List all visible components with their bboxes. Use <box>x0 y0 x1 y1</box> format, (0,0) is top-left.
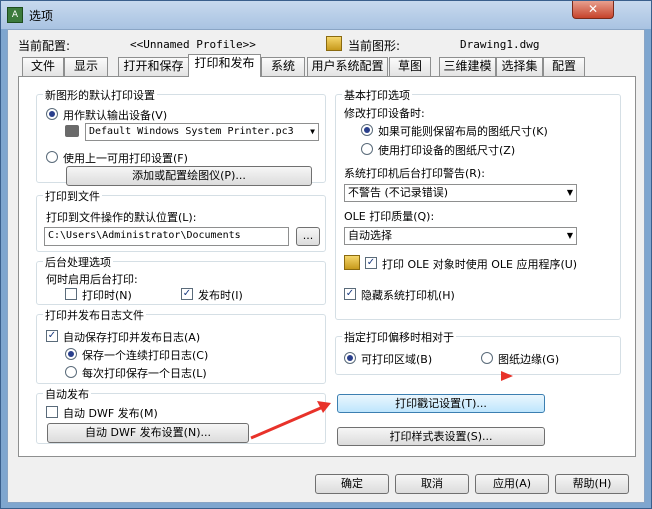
printer-icon <box>65 125 79 137</box>
plot-to-file-group: 打印到文件 打印到文件操作的默认位置(L): C:\Users\Administ… <box>36 188 326 252</box>
tab-open-save[interactable]: 打开和保存 <box>118 57 189 76</box>
general-plot-options-group: 基本打印选项 修改打印设备时: 如果可能则保留布局的图纸尺寸(K) 使用打印设备… <box>335 87 621 320</box>
ok-button[interactable]: 确定 <box>315 474 389 494</box>
plot-file-location-label: 打印到文件操作的默认位置(L): <box>46 211 197 224</box>
plot-file-location-input[interactable]: C:\Users\Administrator\Documents <box>44 227 289 246</box>
close-button[interactable]: ✕ <box>572 1 614 19</box>
tab-selection[interactable]: 选择集 <box>496 57 543 76</box>
background-publishing-label: 发布时(I) <box>198 289 243 302</box>
change-device-label: 修改打印设备时: <box>344 107 425 120</box>
plot-to-file-title: 打印到文件 <box>43 188 102 204</box>
options-window: A 选项 ✕ 当前配置: <<Unnamed Profile>> 当前图形: D… <box>0 0 652 509</box>
title-bar: A 选项 ✕ <box>1 1 651 29</box>
auto-save-log-label: 自动保存打印并发布日志(A) <box>63 331 201 344</box>
current-profile-value: <<Unnamed Profile>> <box>130 38 256 51</box>
spooler-alert-label: 系统打印机后台打印警告(R): <box>344 167 485 180</box>
tab-files[interactable]: 文件 <box>22 57 64 76</box>
tab-system[interactable]: 系统 <box>261 57 305 76</box>
cancel-button[interactable]: 取消 <box>395 474 469 494</box>
tab-user-preferences[interactable]: 用户系统配置 <box>307 57 388 76</box>
apply-button[interactable]: 应用(A) <box>475 474 549 494</box>
ole-app-label: 打印 OLE 对象时使用 OLE 应用程序(U) <box>382 258 578 271</box>
tab-profiles[interactable]: 配置 <box>543 57 585 76</box>
background-when-label: 何时启用后台打印: <box>46 273 138 286</box>
default-output-group: 新图形的默认打印设置 用作默认输出设备(V) Default Windows S… <box>36 87 326 186</box>
tab-drafting[interactable]: 草图 <box>389 57 431 76</box>
paper-edge-radio[interactable] <box>481 352 493 364</box>
per-plot-log-radio[interactable] <box>65 366 77 378</box>
background-publishing-checkbox[interactable]: ✓ <box>181 288 193 300</box>
auto-dwf-publish-label: 自动 DWF 发布(M) <box>63 407 158 420</box>
auto-publish-group: 自动发布 自动 DWF 发布(M) 自动 DWF 发布设置(N)... <box>36 386 326 444</box>
keep-layout-paper-label: 如果可能则保留布局的图纸尺寸(K) <box>378 125 548 138</box>
spooler-alert-select[interactable]: 不警告 (不记录错误) ▼ <box>344 184 577 202</box>
use-default-device-label: 用作默认输出设备(V) <box>63 109 168 122</box>
keep-layout-paper-radio[interactable] <box>361 124 373 136</box>
use-last-setting-label: 使用上一可用打印设置(F) <box>63 152 188 165</box>
ole-quality-select[interactable]: 自动选择 ▼ <box>344 227 577 245</box>
use-last-setting-radio[interactable] <box>46 151 58 163</box>
ole-app-checkbox[interactable]: ✓ <box>365 257 377 269</box>
plot-log-title: 打印并发布日志文件 <box>43 307 146 323</box>
drawing-icon <box>326 36 342 51</box>
tab-plot-publish[interactable]: 打印和发布 <box>188 54 261 77</box>
paper-edge-label: 图纸边缘(G) <box>498 353 560 366</box>
continuous-log-radio[interactable] <box>65 348 77 360</box>
plot-stamp-settings-button[interactable]: 打印戳记设置(T)... <box>337 394 545 413</box>
use-default-device-radio[interactable] <box>46 108 58 120</box>
use-device-paper-label: 使用打印设备的图纸尺寸(Z) <box>378 144 516 157</box>
plot-style-table-settings-button[interactable]: 打印样式表设置(S)... <box>337 427 545 446</box>
help-button[interactable]: 帮助(H) <box>555 474 629 494</box>
printable-area-radio[interactable] <box>344 352 356 364</box>
auto-dwf-settings-button[interactable]: 自动 DWF 发布设置(N)... <box>47 423 249 443</box>
printable-area-label: 可打印区域(B) <box>361 353 433 366</box>
per-plot-log-label: 每次打印保存一个日志(L) <box>82 367 207 380</box>
general-plot-options-title: 基本打印选项 <box>342 87 412 103</box>
use-device-paper-radio[interactable] <box>361 143 373 155</box>
background-processing-title: 后台处理选项 <box>43 254 113 270</box>
default-output-title: 新图形的默认打印设置 <box>43 87 157 103</box>
hide-system-printers-label: 隐藏系统打印机(H) <box>361 289 455 302</box>
autocad-app-icon: A <box>7 7 23 23</box>
plot-offset-group: 指定打印偏移时相对于 可打印区域(B) 图纸边缘(G) <box>335 329 621 375</box>
plot-log-group: 打印并发布日志文件 ✓ 自动保存打印并发布日志(A) 保存一个连续打印日志(C)… <box>36 307 326 384</box>
default-device-select[interactable]: Default Windows System Printer.pc3 ▼ <box>85 123 319 141</box>
browse-location-button[interactable]: ... <box>296 227 320 246</box>
background-plotting-label: 打印时(N) <box>82 289 132 302</box>
hide-system-printers-checkbox[interactable]: ✓ <box>344 288 356 300</box>
dialog-client: 当前配置: <<Unnamed Profile>> 当前图形: Drawing1… <box>7 29 645 503</box>
ole-quality-label: OLE 打印质量(Q): <box>344 210 435 223</box>
ole-app-icon <box>344 255 360 270</box>
tab-3d-modeling[interactable]: 三维建模 <box>439 57 496 76</box>
plot-offset-title: 指定打印偏移时相对于 <box>342 329 456 345</box>
plot-publish-panel: 新图形的默认打印设置 用作默认输出设备(V) Default Windows S… <box>18 76 636 457</box>
add-configure-plotter-button[interactable]: 添加或配置绘图仪(P)... <box>66 166 312 186</box>
current-profile-label: 当前配置: <box>18 39 71 53</box>
continuous-log-label: 保存一个连续打印日志(C) <box>82 349 209 362</box>
background-plotting-checkbox[interactable] <box>65 288 77 300</box>
current-drawing-value: Drawing1.dwg <box>460 38 540 51</box>
tab-display[interactable]: 显示 <box>64 57 108 76</box>
auto-save-log-checkbox[interactable]: ✓ <box>46 330 58 342</box>
window-title: 选项 <box>29 9 54 23</box>
current-drawing-label: 当前图形: <box>348 39 401 53</box>
auto-publish-title: 自动发布 <box>43 386 91 402</box>
background-processing-group: 后台处理选项 何时启用后台打印: 打印时(N) ✓ 发布时(I) <box>36 254 326 305</box>
auto-dwf-publish-checkbox[interactable] <box>46 406 58 418</box>
